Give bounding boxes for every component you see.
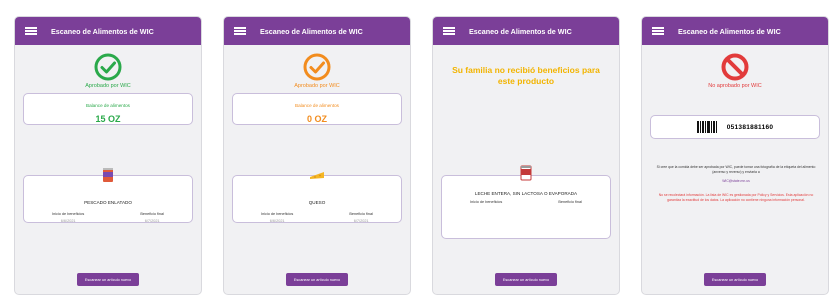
app-title: Escaneo de Alimentos de WIC (51, 26, 154, 36)
food-name: PESCADO ENLATADO (84, 200, 132, 205)
balance-card: Balance de alimentos 0 OZ (232, 93, 402, 125)
end-label: Beneficio final (140, 212, 164, 216)
end-label: Beneficio final (349, 212, 373, 216)
milk-can-icon (520, 165, 532, 181)
phone-screen-2: Escaneo de Alimentos de WIC Aprobado por… (223, 16, 411, 295)
upc-code: 051381881160 (726, 123, 774, 131)
check-circle-icon (94, 53, 122, 81)
disclaimer-text: No se recolectará información. La lista … (658, 193, 814, 202)
app-title: Escaneo de Alimentos de WIC (469, 26, 572, 36)
menu-icon[interactable] (443, 27, 455, 35)
end-date: 6/7/2021 (144, 219, 160, 223)
benefit-dates: Inicio de beneficios 6/6/2021 Beneficio f… (24, 212, 192, 223)
prohibited-icon (721, 53, 749, 81)
balance-value: 15 OZ (95, 114, 121, 124)
phone-screen-1: Escaneo de Alimentos de WIC Aprobado por… (14, 16, 202, 295)
start-label: Inicio de beneficios (470, 200, 503, 204)
info-link[interactable]: WIC@state.mn.us (652, 179, 820, 184)
end-date: 6/7/2021 (353, 219, 369, 223)
start-date: 6/6/2021 (60, 219, 76, 223)
menu-icon[interactable] (652, 27, 664, 35)
app-bar: Escaneo de Alimentos de WIC (15, 17, 201, 45)
food-card: PESCADO ENLATADO Inicio de beneficios 6/6… (23, 168, 193, 223)
benefit-dates: Inicio de beneficios Beneficio final (442, 200, 610, 204)
status-label: Aprobado por WIC (294, 83, 340, 89)
food-card: LECHE ENTERA, SIN LACTOSA O EVAPORADA In… (441, 165, 611, 239)
phone-screen-3: Escaneo de Alimentos de WIC Su familia n… (432, 16, 620, 295)
barcode-card: 051381881160 (650, 115, 820, 139)
menu-icon[interactable] (25, 27, 37, 35)
scan-new-item-button[interactable]: Escanear un artículo nuevo (495, 273, 557, 286)
check-circle-icon (303, 53, 331, 81)
menu-icon[interactable] (234, 27, 246, 35)
app-title: Escaneo de Alimentos de WIC (260, 26, 363, 36)
info-text: Si cree que la comida debe ser aprobada … (656, 165, 816, 174)
start-label: Inicio de beneficios (261, 212, 294, 216)
scan-new-item-button[interactable]: Escanear un artículo nuevo (704, 273, 766, 286)
app-title: Escaneo de Alimentos de WIC (678, 26, 781, 36)
app-bar: Escaneo de Alimentos de WIC (642, 17, 828, 45)
cheese-icon (310, 172, 324, 179)
balance-label: Balance de alimentos (86, 103, 130, 108)
status-label: Aprobado por WIC (85, 83, 131, 89)
food-name: LECHE ENTERA, SIN LACTOSA O EVAPORADA (474, 191, 578, 196)
food-card: QUESO Inicio de beneficios 6/6/2021 Benef… (232, 172, 402, 223)
scan-new-item-button[interactable]: Escanear un artículo nuevo (77, 273, 139, 286)
balance-label: Balance de alimentos (295, 103, 339, 108)
scan-new-item-button[interactable]: Escanear un artículo nuevo (286, 273, 348, 286)
start-label: Inicio de beneficios (52, 212, 85, 216)
end-label: Beneficio final (558, 200, 582, 204)
status-label: No aprobado por WIC (708, 83, 762, 89)
start-date: 6/6/2021 (269, 219, 285, 223)
phone-screen-4: Escaneo de Alimentos de WIC No aprobado … (641, 16, 829, 295)
app-bar: Escaneo de Alimentos de WIC (224, 17, 410, 45)
no-benefits-message: Su familia no recibió beneficios para es… (452, 65, 600, 86)
app-bar: Escaneo de Alimentos de WIC (433, 17, 619, 45)
barcode-icon (696, 121, 717, 133)
balance-card: Balance de alimentos 15 OZ (23, 93, 193, 125)
balance-value: 0 OZ (306, 114, 327, 124)
canned-fish-icon (103, 168, 113, 182)
food-name: QUESO (308, 200, 326, 205)
benefit-dates: Inicio de beneficios 6/6/2021 Beneficio f… (233, 212, 401, 223)
